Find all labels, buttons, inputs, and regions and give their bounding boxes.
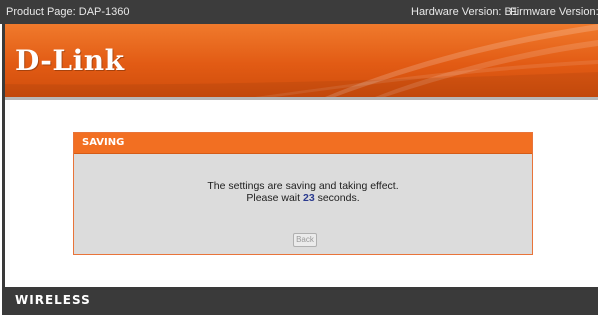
wireless-footer-label: WIRELESS: [15, 293, 91, 307]
top-info-bar: Product Page: DAP-1360 Hardware Version:…: [0, 0, 598, 24]
header-banner: D-Link: [5, 24, 598, 97]
wait-prefix: Please wait: [246, 192, 301, 204]
saving-panel: SAVING The settings are saving and takin…: [73, 132, 533, 255]
saving-message: The settings are saving and taking effec…: [207, 180, 399, 192]
product-page-label: Product Page: DAP-1360: [6, 6, 130, 18]
footer-bar: WIRELESS: [5, 287, 598, 315]
dlink-logo: D-Link: [15, 44, 125, 77]
firmware-version-label: Firmware Version: 2.11: [510, 6, 598, 18]
panel-title: SAVING: [74, 133, 532, 154]
wait-message: Please wait 23 seconds.: [74, 192, 532, 204]
hardware-version-label: Hardware Version: B1: [411, 6, 518, 18]
back-button[interactable]: Back: [293, 233, 317, 247]
banner-divider: [5, 97, 598, 100]
wait-suffix: seconds.: [317, 192, 360, 204]
countdown-seconds: 23: [302, 192, 315, 204]
